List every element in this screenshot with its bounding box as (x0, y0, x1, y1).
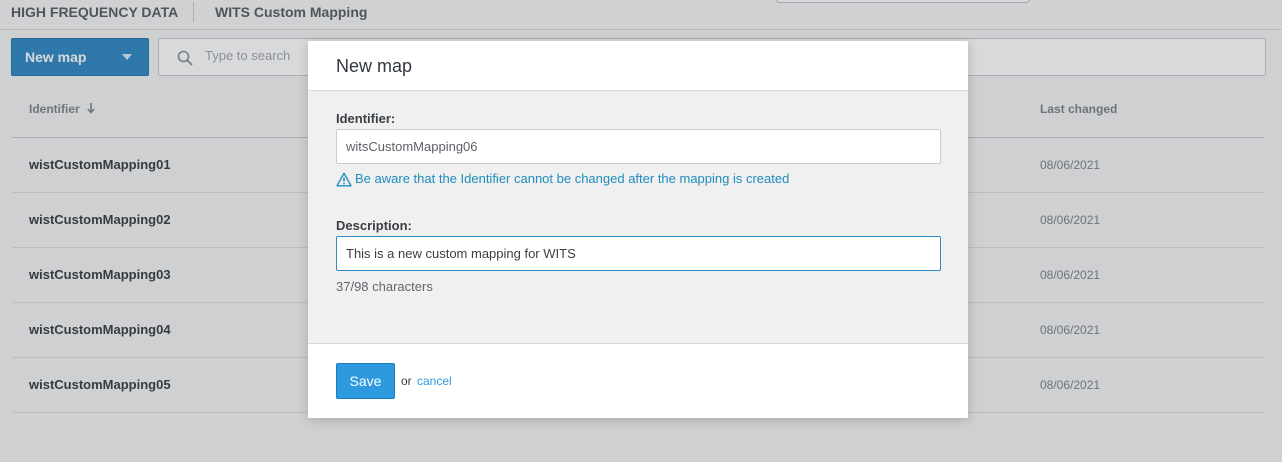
dialog-title: New map (336, 56, 413, 76)
dialog-footer: Save or cancel (308, 344, 968, 418)
dialog-header: New map (308, 41, 968, 91)
identifier-field[interactable] (336, 129, 941, 164)
warning-text: Be aware that the Identifier cannot be c… (355, 171, 790, 186)
description-field[interactable] (336, 236, 941, 271)
warning-triangle-icon (336, 172, 352, 187)
identifier-label: Identifier: (336, 111, 396, 126)
cancel-link[interactable]: cancel (417, 374, 452, 388)
new-map-dialog: New map Identifier: Be aware that the Id… (308, 41, 968, 418)
dialog-body: Identifier: Be aware that the Identifier… (308, 91, 968, 344)
save-button[interactable]: Save (336, 363, 395, 399)
description-label: Description: (336, 218, 412, 233)
or-separator: or (401, 374, 412, 388)
character-counter: 37/98 characters (336, 279, 433, 294)
